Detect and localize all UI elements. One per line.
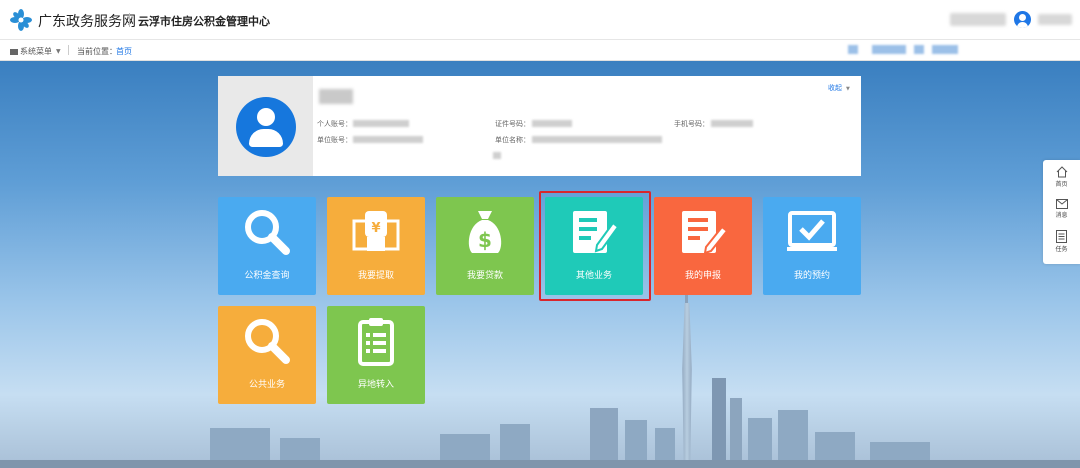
- phone-label: 手机号码：: [674, 120, 709, 128]
- extra-redacted: [493, 152, 501, 159]
- float-message-button[interactable]: 消息: [1043, 199, 1080, 219]
- unit-name-label: 单位名称：: [495, 136, 530, 144]
- breadcrumb-home-link[interactable]: 首页: [116, 46, 132, 57]
- collapse-button[interactable]: 收起 ▼: [828, 83, 850, 93]
- tile-my-declaration[interactable]: 我的申报: [654, 197, 752, 295]
- menu-icon: [10, 48, 18, 55]
- user-info-redacted[interactable]: [1038, 14, 1072, 25]
- document-pen-icon: [682, 211, 728, 255]
- unit-account-value: [353, 136, 423, 143]
- money-bag-icon: $: [468, 211, 502, 253]
- task-list-icon: [1056, 230, 1067, 243]
- system-menu-button[interactable]: 系统菜单 ▼: [10, 46, 61, 57]
- home-icon: [1056, 166, 1067, 178]
- tile-label: 我要提取: [357, 271, 394, 281]
- unit-name-value: [532, 136, 662, 143]
- profile-avatar-area: [218, 76, 313, 176]
- tile-transfer-in[interactable]: 异地转入: [327, 306, 425, 404]
- svg-text:$: $: [478, 228, 492, 252]
- envelope-icon: [1055, 199, 1068, 209]
- id-number-value: [532, 120, 572, 127]
- tile-withdraw[interactable]: ¥ 我要提取: [327, 197, 425, 295]
- unit-account-label: 单位账号：: [317, 136, 352, 144]
- tile-label: 我的申报: [684, 271, 721, 281]
- id-number-label: 证件号码：: [495, 120, 530, 128]
- site-name[interactable]: 广东政务服务网: [38, 11, 136, 31]
- breadcrumb-bar: 系统菜单 ▼ 当前位置： 首页: [0, 40, 1080, 61]
- float-message-label: 消息: [1055, 212, 1068, 219]
- top-header: 广东政务服务网 云浮市住房公积金管理中心: [0, 0, 1080, 40]
- system-menu-label: 系统菜单: [20, 47, 52, 56]
- clipboard-icon: [358, 318, 394, 366]
- tile-label: 公共业务: [248, 380, 285, 390]
- subbar-divider: [68, 45, 69, 55]
- user-name-redacted: [950, 13, 1006, 26]
- user-name-redacted: [319, 89, 353, 104]
- float-home-button[interactable]: 首页: [1043, 166, 1080, 188]
- highlight-box: [539, 191, 651, 301]
- float-home-label: 首页: [1055, 181, 1068, 188]
- right-float-bar: 首页 消息 任务: [1043, 160, 1080, 264]
- tile-label: 我要贷款: [466, 271, 503, 281]
- user-profile-card: 收起 ▼ 个人账号： 单位账号： 证件号码： 单位名称： 手机号码：: [218, 76, 861, 176]
- guangdong-logo-icon[interactable]: [10, 9, 32, 31]
- phone-value: [711, 120, 753, 127]
- personal-account-label: 个人账号：: [317, 120, 352, 128]
- location-label: 当前位置：: [77, 47, 117, 56]
- canton-tower: [682, 303, 692, 468]
- tile-fund-query[interactable]: 公积金查询: [218, 197, 316, 295]
- open-tabs-redacted[interactable]: [848, 45, 958, 54]
- tile-loan[interactable]: $ 我要贷款: [436, 197, 534, 295]
- tile-label: 我的预约: [793, 271, 830, 281]
- float-task-label: 任务: [1055, 246, 1068, 253]
- magnifier-icon: [245, 210, 290, 255]
- tile-label: 异地转入: [357, 380, 394, 390]
- personal-account-value: [353, 120, 409, 127]
- monitor-check-icon: [787, 211, 837, 251]
- money-hand-icon: ¥: [352, 211, 400, 251]
- user-avatar-icon[interactable]: [1014, 11, 1031, 28]
- tile-public-business[interactable]: 公共业务: [218, 306, 316, 404]
- caret-down-icon: ▼: [56, 48, 61, 55]
- float-task-button[interactable]: 任务: [1043, 230, 1080, 253]
- user-avatar-icon: [236, 97, 296, 157]
- tile-my-appointment[interactable]: 我的预约: [763, 197, 861, 295]
- svg-text:¥: ¥: [371, 221, 380, 236]
- header-divider: [129, 13, 130, 27]
- org-name: 云浮市住房公积金管理中心: [138, 15, 270, 28]
- tile-label: 公积金查询: [244, 271, 290, 281]
- magnifier-icon: [245, 319, 290, 364]
